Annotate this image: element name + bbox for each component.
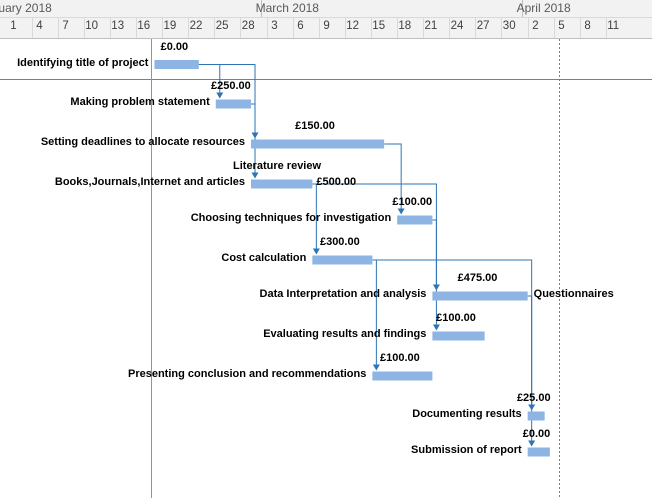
day-label: 16 [137,20,151,32]
day-label: 25 [215,20,229,32]
day-label: 5 [558,20,565,32]
day-label: 6 [297,20,304,32]
task-bar [312,255,373,265]
task-cost-label: £500.00 [316,176,357,188]
task-name-label: Documenting results [412,408,522,420]
day-label: 30 [502,20,516,32]
month-label: April 2018 [516,1,571,15]
task-cost-label: £100.00 [379,352,420,364]
dependency-arrowhead [528,440,536,447]
dependency-arrowhead [251,172,259,179]
month-label: February 2018 [0,1,52,15]
dependency-arrowhead [216,92,224,99]
day-label: 15 [372,20,386,32]
task-cost-label: £100.00 [392,196,433,208]
day-label: 10 [85,20,98,32]
day-label: 21 [424,20,438,32]
task-name-label: Evaluating results and findings [263,328,427,340]
day-label: 28 [241,20,255,32]
dependency-arrowhead [432,324,440,331]
day-label: 18 [398,20,412,32]
dependency-arrowhead [312,248,320,255]
task-cost-label: £475.00 [457,272,498,284]
task-cost-label: £300.00 [319,236,360,248]
task-bar [432,331,485,341]
task-cost-label: £250.00 [210,80,251,92]
task-cost-label: £0.00 [522,428,551,440]
day-label: 9 [323,20,330,32]
day-label: 24 [450,20,464,32]
task-bar [527,411,545,421]
dependency-arrowhead [397,208,405,215]
task-bar [215,99,252,109]
dependency-link [432,219,437,326]
task-cost-label: £150.00 [295,120,335,132]
task-bar [527,447,550,457]
day-label: 22 [189,20,203,32]
task-cost-label: £100.00 [436,312,476,324]
day-label: 11 [607,20,620,32]
task-bar [432,291,528,301]
day-label: 3 [271,20,278,32]
day-label: 4 [36,20,43,32]
task-name-label: Presenting conclusion and recommendation… [127,368,367,380]
task-group-label: Literature review [233,160,322,172]
day-label: 8 [584,20,591,32]
task-cost-label: £25.00 [516,392,551,404]
task-name-label: Identifying title of project [17,56,149,69]
dependency-link [372,259,377,366]
task-bar [372,371,433,381]
day-label: 13 [111,20,125,32]
task-bar [154,60,199,69]
task-name-label: Submission of report [411,444,522,456]
task-bar [251,179,313,189]
month-label: March 2018 [255,1,319,15]
day-label: 7 [62,20,69,32]
day-label: 19 [163,20,177,32]
gantt-canvas [0,0,652,498]
dependency-arrowhead [372,364,380,371]
day-label: 12 [346,20,359,32]
task-cost-label: £0.00 [160,40,189,53]
gantt-chart: February 2018 March 2018 April 2018 1 4 7 10 13… [0,0,652,498]
task-name-label: Data Interpretation and analysis [259,288,427,300]
task-name-label: Books,Journals,Internet and articles [54,176,246,188]
task-bar [251,139,385,149]
day-label: 27 [476,20,490,32]
task-name-label: Setting deadlines to allocate resources [40,136,246,148]
day-label: 2 [532,20,539,32]
task-name-label: Cost calculation [221,252,307,264]
day-label: 1 [10,20,17,32]
task-name-label: Making problem statement [70,96,210,108]
task-side-label: Questionnaires [533,288,614,300]
task-bar [397,215,433,225]
task-name-label: Choosing techniques for investigation [190,212,392,224]
